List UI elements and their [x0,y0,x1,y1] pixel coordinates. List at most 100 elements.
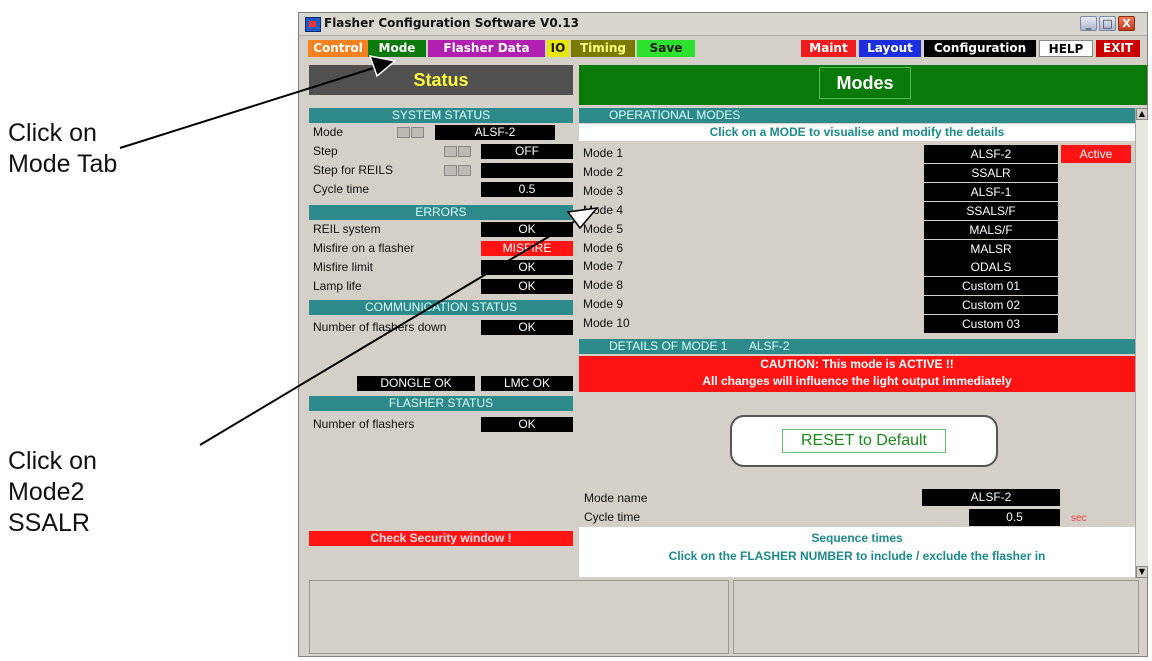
active-badge: Active [1061,145,1131,163]
details-title: DETAILS OF MODE 1 [609,339,728,353]
error-label: Lamp life [313,279,362,293]
modes-header: Modes [819,67,911,99]
tab-help[interactable]: HELP [1039,40,1093,57]
step-prev-button[interactable] [444,146,457,157]
mode-item-label[interactable]: Mode 7 [583,259,623,274]
cycle-time-unit: sec [1071,513,1087,524]
security-warning[interactable]: Check Security window ! [309,531,573,546]
mode-item-label[interactable]: Mode 4 [583,203,623,218]
app-window: Flasher Configuration Software V0.13 _ □… [298,12,1148,657]
tab-timing[interactable]: Timing [571,40,635,57]
mode-item-name[interactable]: ALSF-2 [924,145,1058,163]
tab-flasher-data[interactable]: Flasher Data [428,40,545,57]
flashers-count-value: OK [481,417,573,432]
lmc-status: LMC OK [481,376,573,391]
flashers-count-label: Number of flashers [313,417,415,431]
mode-item-name[interactable]: SSALS/F [924,202,1058,220]
bottom-right-box [733,580,1139,654]
annotation-line: SSALR [8,509,90,537]
annotation-mode2: Click on Mode2 SSALR [8,446,97,539]
tab-maint[interactable]: Maint [801,40,856,57]
title-bar[interactable]: Flasher Configuration Software V0.13 _ □… [299,13,1147,36]
annotation-line: Click on [8,447,97,475]
mode-item-label[interactable]: Mode 2 [583,165,623,180]
error-value: OK [481,222,573,237]
operational-modes-title: OPERATIONAL MODES [579,108,1135,123]
scroll-down-icon[interactable]: ▼ [1136,566,1148,578]
cycle-time-label: Cycle time [584,510,641,524]
details-title-bar: DETAILS OF MODE 1 ALSF-2 [579,339,1135,354]
mode-item-name[interactable]: MALS/F [924,221,1058,239]
dongle-status: DONGLE OK [357,376,475,391]
tab-layout[interactable]: Layout [859,40,921,57]
mode-item-label[interactable]: Mode 10 [583,316,630,331]
status-step-value: OFF [481,144,573,159]
mode-item-name[interactable]: SSALR [924,164,1058,182]
flashers-down-label: Number of flashers down [313,320,447,334]
mode-next-button[interactable] [411,127,424,138]
step-reils-next-button[interactable] [458,165,471,176]
flashers-down-value: OK [481,320,573,335]
error-label: Misfire limit [313,260,373,274]
error-value: OK [481,260,573,275]
status-step-reils-value [481,163,573,178]
mode-item-label[interactable]: Mode 9 [583,297,623,312]
communication-status-title: COMMUNICATION STATUS [309,300,573,315]
mode-name-field[interactable]: ALSF-2 [922,489,1060,506]
mode-name-label: Mode name [584,491,648,505]
reset-default-label: RESET to Default [782,429,946,453]
tab-control[interactable]: Control [308,40,368,57]
annotation-line: Mode Tab [8,150,118,178]
mode-item-name[interactable]: ODALS [924,258,1058,276]
mode-prev-button[interactable] [397,127,410,138]
annotation-mode-tab: Click on Mode Tab [8,118,117,180]
mode-item-name[interactable]: Custom 02 [924,296,1058,314]
mode-item-name[interactable]: ALSF-1 [924,183,1058,201]
mode-item-label[interactable]: Mode 1 [583,146,623,161]
modes-instruction: Click on a MODE to visualise and modify … [579,124,1135,141]
cycle-time-field[interactable]: 0.5 [969,509,1060,526]
app-icon [305,17,321,32]
mode-item-label[interactable]: Mode 5 [583,222,623,237]
status-cycle-time-value: 0.5 [481,182,573,197]
tab-mode[interactable]: Mode [368,40,426,57]
sequence-times-box: Sequence times Click on the FLASHER NUMB… [579,527,1135,577]
mode-item-name[interactable]: Custom 01 [924,277,1058,295]
mode-item-name[interactable]: Custom 03 [924,315,1058,333]
minimize-button[interactable]: _ [1080,16,1097,31]
modes-scrollbar[interactable]: ▲ ▼ [1135,108,1148,578]
mode-item-label[interactable]: Mode 8 [583,278,623,293]
maximize-button[interactable]: □ [1099,16,1116,31]
status-step-label: Step [313,144,338,158]
status-mode-label: Mode [313,125,344,139]
scroll-up-icon[interactable]: ▲ [1136,108,1148,120]
caution-text: CAUTION: This mode is ACTIVE !! [760,357,954,371]
status-header: Status [309,65,573,95]
step-next-button[interactable] [458,146,471,157]
error-label: Misfire on a flasher [313,241,415,255]
mode-item-label[interactable]: Mode 6 [583,241,623,256]
misfire-badge: MISFIRE [481,241,573,256]
bottom-left-box [309,580,729,654]
status-mode-value: ALSF-2 [435,125,555,140]
mode-item-name[interactable]: MALSR [924,240,1058,258]
caution-text: All changes will influence the light out… [702,374,1012,388]
step-reils-prev-button[interactable] [444,165,457,176]
tab-save[interactable]: Save [637,40,695,57]
tab-exit[interactable]: EXIT [1096,40,1140,57]
flasher-status-title: FLASHER STATUS [309,396,573,411]
status-cycle-time-label: Cycle time [313,182,370,196]
close-button[interactable]: X [1118,16,1135,31]
caution-banner: CAUTION: This mode is ACTIVE !! All chan… [579,356,1135,392]
error-value: OK [481,279,573,294]
tab-bar: Control Mode Flasher Data IO Timing Save… [299,36,1147,60]
errors-title: ERRORS [309,205,573,220]
status-step-reils-label: Step for REILS [313,163,394,177]
mode-item-label[interactable]: Mode 3 [583,184,623,199]
window-title: Flasher Configuration Software V0.13 [324,16,579,30]
sequence-times-title: Sequence times [811,531,903,545]
reset-default-button[interactable]: RESET to Default [730,415,998,467]
sequence-times-instruction: Click on the FLASHER NUMBER to include /… [668,549,1046,563]
tab-io[interactable]: IO [547,40,569,57]
tab-configuration[interactable]: Configuration [924,40,1036,57]
